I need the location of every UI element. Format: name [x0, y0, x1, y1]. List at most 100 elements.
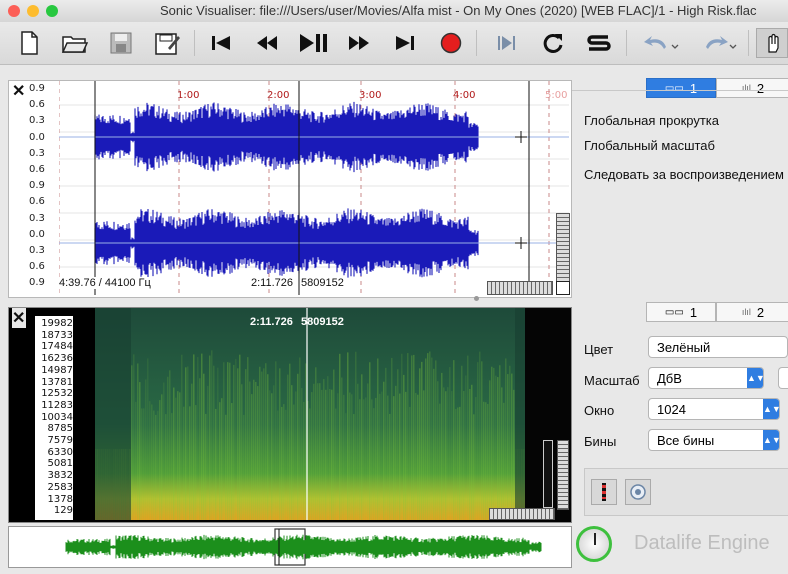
close-pane-icon[interactable]: ✕: [12, 81, 25, 101]
spectrogram-column: [449, 367, 451, 520]
spectrogram-column: [211, 350, 213, 520]
spectrogram-column: [489, 380, 491, 520]
spectrogram-column: [245, 369, 247, 520]
play-pause-icon: [300, 34, 327, 52]
bins-select[interactable]: Все бины ▲▼: [648, 429, 781, 451]
spectrogram-pane[interactable]: ✕ 19982 18733 17484 16236 14987 13781 12532 112…: [8, 307, 572, 523]
spectrogram-column: [225, 414, 227, 520]
new-document-icon: [21, 31, 38, 55]
spectrogram-column: [203, 373, 205, 520]
scale-select[interactable]: ДбВ ▲▼: [648, 367, 765, 389]
solo-button[interactable]: [584, 28, 614, 58]
navigate-tool-button[interactable]: [756, 28, 788, 58]
overview-pane[interactable]: [8, 526, 572, 568]
spectrogram-column: [513, 389, 515, 520]
loop-button[interactable]: [538, 28, 568, 58]
minimize-window-button[interactable]: [27, 5, 39, 17]
spectrogram-column: [505, 358, 507, 520]
rewind-button[interactable]: [252, 28, 282, 58]
spectrogram-column: [255, 381, 257, 520]
spectrogram-column: [323, 379, 325, 520]
spectrogram-column: [141, 408, 143, 520]
spectrogram-column: [411, 355, 413, 520]
save-button[interactable]: [106, 28, 136, 58]
spectrogram-column: [259, 366, 261, 520]
frequency-label: 3832: [47, 470, 73, 482]
spectrogram-column: [257, 386, 259, 520]
play-selection-button[interactable]: [492, 28, 522, 58]
spectrogram-column: [159, 400, 161, 520]
spectrogram-column: [169, 370, 171, 520]
redo-button[interactable]: [698, 28, 742, 58]
zoom-window-button[interactable]: [46, 5, 58, 17]
colour-select[interactable]: Зелёный: [648, 336, 788, 358]
vertical-zoom-control[interactable]: [556, 213, 570, 283]
zoom-reset-button[interactable]: [556, 281, 570, 295]
playback-gain-knob[interactable]: [576, 526, 612, 562]
horizontal-zoom-control[interactable]: [487, 281, 553, 295]
colour-gain-slider[interactable]: [543, 440, 553, 508]
horizontal-zoom-control[interactable]: [489, 508, 555, 520]
close-pane-icon[interactable]: ✕: [12, 308, 26, 328]
play-pause-button[interactable]: [298, 28, 328, 58]
undo-button[interactable]: [640, 28, 684, 58]
scale-extra-select[interactable]: [778, 367, 788, 389]
spectrogram-column: [473, 414, 475, 520]
follow-playback-option[interactable]: Следовать за воспроизведением: [584, 167, 784, 182]
amplitude-label: 0.9: [29, 83, 45, 94]
spectrogram-column: [419, 368, 421, 520]
vertical-zoom-control[interactable]: [557, 440, 569, 510]
skip-to-end-icon: [396, 36, 414, 50]
toolbar: [0, 22, 788, 65]
toolbar-separator: [626, 30, 627, 56]
spectrogram-column: [405, 391, 407, 520]
open-button[interactable]: [60, 28, 90, 58]
spectrogram-column: [179, 392, 181, 520]
global-zoom-option[interactable]: Глобальный масштаб: [584, 138, 715, 153]
close-window-button[interactable]: [8, 5, 20, 17]
window-size-select[interactable]: 1024 ▲▼: [648, 398, 781, 420]
fast-forward-button[interactable]: [344, 28, 374, 58]
tab-spectrogram-layer-2[interactable]: ılıl 2: [716, 302, 788, 322]
global-scroll-option[interactable]: Глобальная прокрутка: [584, 113, 719, 128]
solo-icon: [587, 35, 611, 51]
colour-value: Зелёный: [657, 340, 711, 355]
save-as-button[interactable]: [152, 28, 182, 58]
spectrogram-column: [375, 397, 377, 520]
spectrogram-column: [445, 391, 447, 520]
spectrogram-column: [251, 394, 253, 520]
spectrogram-column: [235, 358, 237, 520]
divider: [572, 90, 788, 91]
spectrogram-column: [175, 397, 177, 520]
quiet-column: [101, 308, 103, 520]
tab-layer-2[interactable]: ılıl 2: [716, 78, 788, 98]
pane-splitter-handle[interactable]: [474, 296, 479, 301]
spectrogram-column: [407, 353, 409, 520]
spectrogram-column: [451, 391, 453, 520]
spectrogram-column: [497, 377, 499, 520]
spectrogram-column: [161, 394, 163, 520]
record-button[interactable]: [436, 28, 466, 58]
show-layer-button[interactable]: [625, 479, 651, 505]
new-session-button[interactable]: [14, 28, 44, 58]
waveform-pane[interactable]: ✕ 0.9 0.6 0.3 0.0 0.3 0.6 0.9 0.6 0.3 0.0 0.3 0.6 0.…: [8, 80, 572, 298]
quiet-column: [113, 308, 115, 520]
overview-waveform[interactable]: [9, 527, 571, 567]
tab-spectrogram-layer-1[interactable]: ▭▭ 1: [646, 302, 716, 322]
rewind-start-button[interactable]: [206, 28, 236, 58]
spectrogram-column: [475, 397, 477, 520]
spectrogram-column: [137, 363, 139, 520]
colour-indicator-button[interactable]: [591, 479, 617, 505]
scale-label: Масштаб: [584, 373, 640, 388]
tab-label: 2: [756, 304, 765, 320]
spectrogram-column: [233, 364, 235, 520]
skip-to-end-button[interactable]: [390, 28, 420, 58]
waveform-display[interactable]: [59, 81, 569, 295]
floppy-disk-icon: [110, 32, 132, 54]
spectrogram-column: [443, 387, 445, 520]
cursor-frame: 5809152: [301, 316, 344, 328]
frequency-label: 129: [53, 505, 73, 517]
spectrogram-column: [173, 387, 175, 520]
spectrogram-display[interactable]: [95, 308, 525, 520]
tab-waveform-layer[interactable]: ▭▭ 1: [646, 78, 716, 98]
